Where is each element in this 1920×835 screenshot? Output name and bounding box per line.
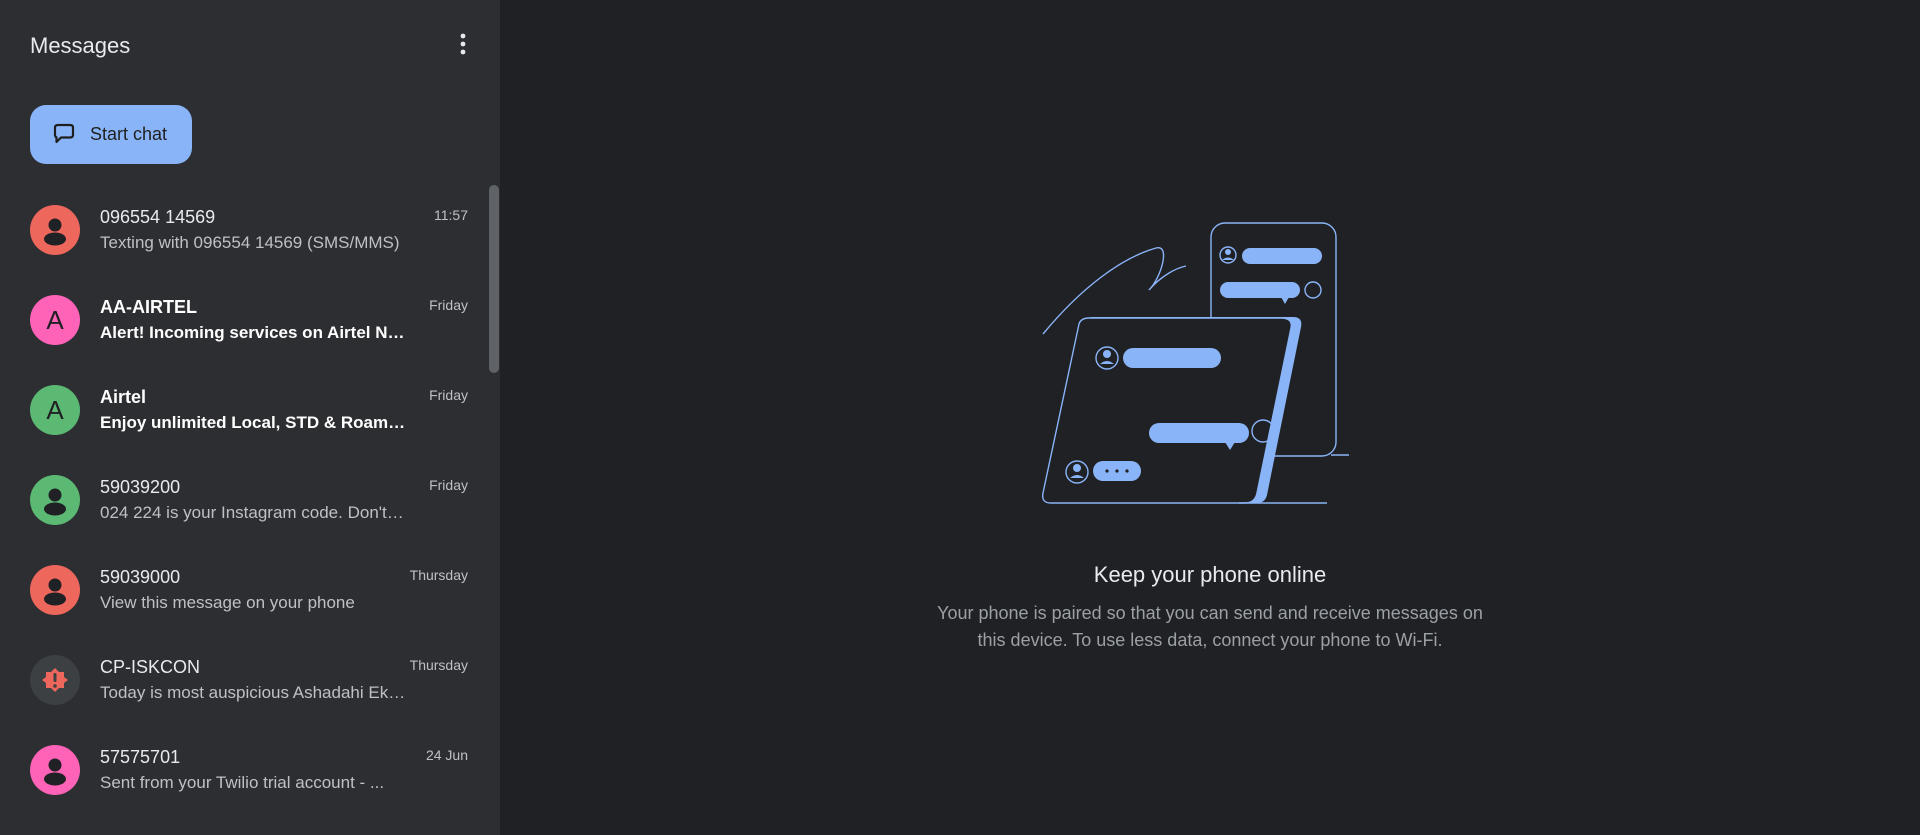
conversation-snippet: Texting with 096554 14569 (SMS/MMS) — [100, 233, 400, 252]
sidebar: Messages Start chat 096554 14569 Texting… — [0, 0, 500, 835]
conversation-snippet: Today is most auspicious Ashadahi Ekadas… — [100, 683, 406, 702]
avatar — [30, 475, 80, 525]
conversation-name: 59039200 — [100, 477, 181, 497]
chat-bubble-icon — [50, 121, 78, 149]
conversation-list: 096554 14569 Texting with 096554 14569 (… — [0, 185, 488, 815]
avatar-letter: A — [46, 304, 64, 335]
sidebar-header: Messages — [0, 0, 500, 95]
app-window: Messages Start chat 096554 14569 Texting… — [0, 0, 1920, 835]
scrollbar-thumb[interactable] — [489, 185, 499, 373]
conversation-time: Friday — [429, 477, 468, 493]
avatar — [30, 745, 80, 795]
empty-state-title: Keep your phone online — [1093, 562, 1327, 587]
conversation-name: 57575701 — [100, 747, 181, 767]
conversation-item[interactable]: 59039200 024 224 is your Instagram code.… — [0, 455, 488, 545]
conversation-item[interactable]: 57575701 Sent from your Twilio trial acc… — [0, 725, 488, 815]
more-vert-icon — [460, 33, 466, 55]
conversation-snippet: View this message on your phone — [100, 593, 355, 612]
conversation-name: AA-AIRTEL — [100, 297, 197, 317]
conversation-snippet: Enjoy unlimited Local, STD & Roaming cal… — [100, 413, 406, 432]
main-panel: Keep your phone online Your phone is pai… — [500, 0, 1920, 835]
conversation-name: 096554 14569 — [100, 207, 216, 227]
more-options-button[interactable] — [447, 28, 479, 60]
conversation-time: Friday — [429, 387, 468, 403]
conversation-time: 11:57 — [434, 207, 468, 223]
empty-state-body: Your phone is paired so that you can sen… — [937, 603, 1483, 650]
conversation-snippet: Sent from your Twilio trial account - ..… — [100, 773, 385, 792]
conversation-snippet: Alert! Incoming services on Airtel Numbe… — [100, 323, 406, 342]
conversation-item[interactable]: 59039000 View this message on your phone… — [0, 545, 488, 635]
avatar: A — [30, 385, 80, 435]
avatar — [30, 205, 80, 255]
person-icon — [44, 218, 66, 246]
scrollbar[interactable] — [488, 185, 500, 835]
start-chat-label: Start chat — [90, 124, 168, 144]
conversation-name: 59039000 — [100, 567, 181, 587]
conversation-name: Airtel — [100, 387, 147, 407]
avatar — [30, 655, 80, 705]
person-icon — [44, 758, 66, 786]
conversation-item[interactable]: CP-ISKCON Today is most auspicious Ashad… — [0, 635, 488, 725]
conversation-name: CP-ISKCON — [100, 657, 201, 677]
avatar: A — [30, 295, 80, 345]
conversation-item[interactable]: A AA-AIRTEL Alert! Incoming services on … — [0, 275, 488, 365]
start-chat-button[interactable]: Start chat — [30, 105, 192, 164]
phone-chat-illustration — [1041, 222, 1349, 504]
app-title: Messages — [30, 33, 131, 58]
conversation-time: Thursday — [409, 567, 468, 583]
conversation-time: Thursday — [409, 657, 468, 673]
conversation-time: 24 Jun — [425, 747, 468, 763]
conversation-item[interactable]: 096554 14569 Texting with 096554 14569 (… — [0, 185, 488, 275]
conversation-snippet: 024 224 is your Instagram code. Don't sh… — [100, 503, 406, 522]
avatar-letter: A — [46, 394, 64, 425]
person-icon — [44, 488, 66, 516]
alert-icon — [42, 668, 68, 692]
person-icon — [44, 578, 66, 606]
conversation-item[interactable]: A Airtel Enjoy unlimited Local, STD & Ro… — [0, 365, 488, 455]
avatar — [30, 565, 80, 615]
conversation-time: Friday — [429, 297, 468, 313]
